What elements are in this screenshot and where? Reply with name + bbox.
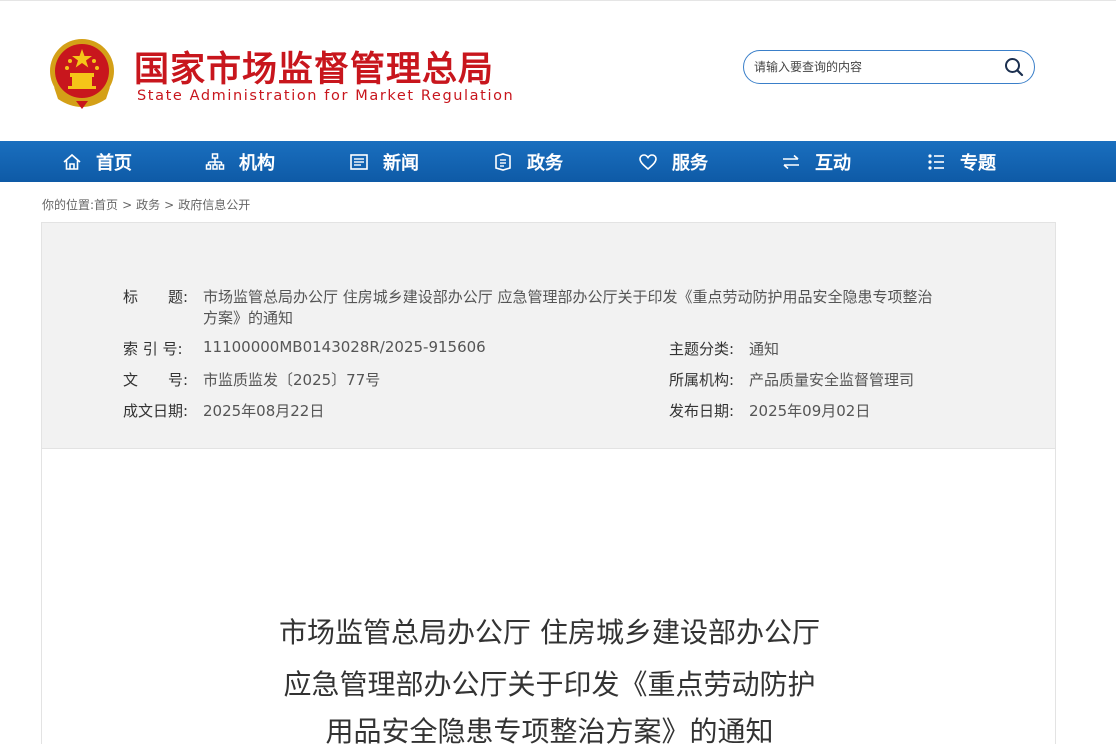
meta-index-label: 索 引 号: <box>123 340 183 358</box>
breadcrumb-sep: > <box>122 198 133 212</box>
search-input[interactable] <box>754 57 994 77</box>
meta-topic-value: 通知 <box>749 340 780 358</box>
document-title-line1: 市场监管总局办公厅 住房城乡建设部办公厅 <box>279 616 820 649</box>
meta-org-value: 产品质量安全监督管理司 <box>749 371 915 389</box>
breadcrumb-gov[interactable]: 政务 <box>136 198 160 212</box>
nav-label-service: 服务 <box>672 152 708 174</box>
meta-title-value-line1: 市场监管总局办公厅 住房城乡建设部办公厅 应急管理部办公厅关于印发《重点劳动防护… <box>203 288 933 306</box>
meta-docno-label: 文 号: <box>123 371 189 389</box>
meta-title-label: 标 题: <box>123 288 189 306</box>
document-meta-box: 标 题: 市场监管总局办公厅 住房城乡建设部办公厅 应急管理部办公厅关于印发《重… <box>41 222 1056 449</box>
nav-item-news[interactable]: 新闻 <box>349 141 419 182</box>
main-nav: 首页 机构 新闻 政务 服务 互动 专题 <box>0 141 1116 182</box>
meta-org-label: 所属机构: <box>669 371 735 389</box>
breadcrumb-sep: > <box>164 198 175 212</box>
meta-created-label: 成文日期: <box>123 402 189 420</box>
nav-item-topic[interactable]: 专题 <box>926 141 996 182</box>
list-icon <box>928 153 944 170</box>
site-header: 国家市场监督管理总局 State Administration for Mark… <box>0 0 1116 141</box>
nav-label-gov: 政务 <box>527 152 563 174</box>
nav-item-interact[interactable]: 互动 <box>781 141 851 182</box>
gov-icon <box>495 152 511 171</box>
nav-label-topic: 专题 <box>960 152 996 174</box>
meta-topic-label: 主题分类: <box>669 340 735 358</box>
meta-created-value: 2025年08月22日 <box>203 402 325 420</box>
breadcrumb-prefix: 你的位置: <box>42 198 95 212</box>
site-subtitle: State Administration for Market Regulati… <box>137 88 515 104</box>
heart-icon <box>639 153 657 170</box>
exchange-icon <box>783 154 799 169</box>
meta-docno-value: 市监质监发〔2025〕77号 <box>203 371 381 389</box>
meta-title-value-line2: 方案》的通知 <box>203 309 294 327</box>
nav-label-news: 新闻 <box>383 152 419 174</box>
breadcrumb: 你的位置:首页 > 政务 > 政府信息公开 <box>42 196 250 213</box>
nav-item-org[interactable]: 机构 <box>205 141 275 182</box>
national-emblem-icon[interactable] <box>46 37 118 111</box>
document-title-line3: 用品安全隐患专项整治方案》的通知 <box>325 715 774 744</box>
site-title[interactable]: 国家市场监督管理总局 <box>134 41 494 92</box>
meta-index-value: 11100000MB0143028R/2025-915606 <box>203 338 486 356</box>
nav-label-home: 首页 <box>96 152 132 174</box>
nav-item-home[interactable]: 首页 <box>62 141 132 182</box>
search-box <box>743 50 1035 84</box>
meta-published-label: 发布日期: <box>669 402 735 420</box>
nav-item-gov[interactable]: 政务 <box>493 141 563 182</box>
search-icon[interactable] <box>1004 57 1024 77</box>
news-icon <box>350 153 368 170</box>
document-content: 市场监管总局办公厅 住房城乡建设部办公厅 应急管理部办公厅关于印发《重点劳动防护… <box>41 449 1056 744</box>
nav-item-service[interactable]: 服务 <box>638 141 708 182</box>
org-icon <box>205 152 225 170</box>
nav-label-interact: 互动 <box>815 152 851 174</box>
breadcrumb-home[interactable]: 首页 <box>94 198 118 212</box>
nav-label-org: 机构 <box>239 152 275 174</box>
breadcrumb-gov-info[interactable]: 政府信息公开 <box>178 198 250 212</box>
meta-published-value: 2025年09月02日 <box>749 402 871 420</box>
home-icon <box>63 153 81 170</box>
document-title-line2: 应急管理部办公厅关于印发《重点劳动防护 <box>283 668 816 701</box>
